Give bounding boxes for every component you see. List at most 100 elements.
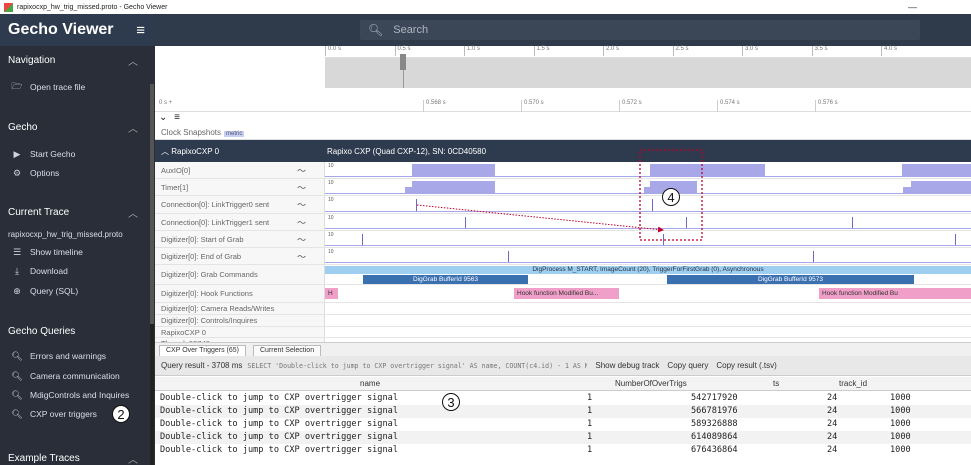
slice-dig-process[interactable]: DigProcess M_START, ImageCount (20), Tri… xyxy=(325,266,971,274)
metric-graph-icon[interactable]: 〜 xyxy=(297,216,306,229)
track-row[interactable]: 10 AuxIO[0] 〜 xyxy=(155,162,971,179)
section-navigation-header[interactable]: Navigation ︿ xyxy=(0,46,150,74)
slice-dig-grab[interactable]: DigGrab BufferId 9563 xyxy=(363,275,528,284)
track-canvas[interactable]: DigProcess M_START, ImageCount (20), Tri… xyxy=(325,265,971,284)
cell-number-of-over-trigs: 1 xyxy=(587,406,593,416)
table-row[interactable]: Double-click to jump to CXP overtrigger … xyxy=(155,418,971,431)
overview-window-handle[interactable] xyxy=(400,54,406,70)
track-row[interactable]: Digitizer[0]: Grab Commands DigProcess M_… xyxy=(155,265,971,285)
section-gecho-header[interactable]: Gecho ︿ xyxy=(0,113,150,141)
sidebar-item-camera-communication[interactable]: 🔍︎ Camera communication xyxy=(0,367,150,385)
section-gecho-queries-header[interactable]: Gecho Queries xyxy=(0,317,150,345)
signal-pulse[interactable] xyxy=(852,217,853,228)
track-canvas[interactable] xyxy=(325,214,971,230)
table-row[interactable]: Double-click to jump to CXP overtrigger … xyxy=(155,431,971,444)
collapse-chevron-icon[interactable]: ︿ xyxy=(161,147,169,156)
sidebar-item-download[interactable]: ⤓ Download xyxy=(0,262,150,280)
sidebar-item-options[interactable]: ⚙ Options xyxy=(0,164,150,182)
overview-timeline[interactable]: 0.0 s 0.5 s 1.0 s 1.5 s 2.0 s 2.5 s 3.0 s 3.5 s… xyxy=(155,46,971,98)
search-box[interactable]: 🔍︎ Search xyxy=(360,20,920,40)
signal-pulse[interactable] xyxy=(686,217,687,228)
track-row[interactable]: 10 Digitizer[0]: Start of Grab 〜 xyxy=(155,231,971,248)
track-row[interactable]: RapixoCXP 0 xyxy=(155,327,971,338)
column-header-number-of-over-trigs[interactable]: NumberOfOverTrigs xyxy=(615,379,687,388)
track-canvas[interactable] xyxy=(325,248,971,264)
column-header-track-id[interactable]: track_id xyxy=(839,379,867,388)
track-canvas[interactable]: H Hook function Modified Bu... Hook functi… xyxy=(325,285,971,302)
track-row[interactable]: 10 Connection[0]: LinkTrigger1 sent 〜 xyxy=(155,214,971,231)
chevron-up-icon[interactable]: ︿ xyxy=(128,120,138,135)
cell-track-id: 24 xyxy=(827,393,838,403)
clock-snapshots-track[interactable]: Clock Snapshots metric xyxy=(155,128,971,140)
chevron-up-icon[interactable]: ︿ xyxy=(128,451,138,465)
signal-pulse[interactable] xyxy=(652,199,653,211)
track-row[interactable]: 10 Digitizer[0]: End of Grab 〜 xyxy=(155,248,971,265)
metric-graph-icon[interactable]: 〜 xyxy=(297,233,306,246)
signal-pulse[interactable] xyxy=(416,199,417,211)
track-canvas[interactable] xyxy=(325,231,971,247)
signal-pulse[interactable] xyxy=(911,181,971,193)
track-row[interactable]: Digitizer[0]: Hook Functions H Hook functi… xyxy=(155,285,971,303)
signal-pulse[interactable] xyxy=(902,164,971,176)
slice-dig-grab[interactable]: DigGrab BufferId 9573 xyxy=(667,275,914,284)
track-row[interactable]: Digitizer[0]: Camera Reads/Writes xyxy=(155,303,971,315)
metric-graph-icon[interactable]: 〜 xyxy=(297,250,306,263)
sidebar-item-open-trace[interactable]: 🗁 Open trace file xyxy=(0,78,150,96)
track-canvas[interactable] xyxy=(325,179,971,195)
signal-pulse[interactable] xyxy=(955,234,956,245)
metric-graph-icon[interactable]: 〜 xyxy=(297,164,306,177)
sort-lines-icon[interactable]: ≡ xyxy=(174,112,180,123)
chevron-up-icon[interactable]: ︿ xyxy=(128,205,138,220)
slice-hook-function[interactable]: H xyxy=(325,288,338,299)
column-header-name[interactable]: name xyxy=(360,379,380,388)
table-row[interactable]: Double-click to jump to CXP overtrigger … xyxy=(155,405,971,418)
track-row[interactable]: 10 Timer[1] 〜 xyxy=(155,179,971,196)
hamburger-menu-icon[interactable]: ≡ xyxy=(136,22,145,39)
sidebar-item-mdigcontrols[interactable]: 🔍︎ MdigControls and Inquires xyxy=(0,386,150,404)
metric-graph-icon[interactable]: 〜 xyxy=(297,181,306,194)
section-example-traces-header[interactable]: Example Traces ︿ xyxy=(0,444,150,465)
sidebar-scrollbar[interactable] xyxy=(150,84,154,465)
track-row[interactable]: 10 Connection[0]: LinkTrigger0 sent 〜 xyxy=(155,196,971,214)
signal-pulse[interactable] xyxy=(813,251,814,262)
slice-hook-function[interactable]: Hook function Modified Bu xyxy=(819,288,971,299)
sidebar-item-start-gecho[interactable]: ▶ Start Gecho xyxy=(0,145,150,163)
signal-pulse[interactable] xyxy=(465,217,466,228)
minimize-button[interactable]: — xyxy=(908,2,917,12)
cell-ts: 614089864 xyxy=(691,432,738,442)
slice-hook-function[interactable]: Hook function Modified Bu... xyxy=(514,288,619,299)
copy-result-button[interactable]: Copy result (.tsv) xyxy=(716,361,776,370)
metric-graph-icon[interactable]: 〜 xyxy=(297,198,306,211)
column-header-ts[interactable]: ts xyxy=(773,379,779,388)
track-name-label: AuxIO[0] xyxy=(161,165,191,175)
signal-pulse[interactable] xyxy=(903,187,911,193)
track-canvas[interactable] xyxy=(325,162,971,178)
signal-pulse[interactable] xyxy=(650,164,765,176)
sidebar-item-show-timeline[interactable]: ☰ Show timeline xyxy=(0,243,150,261)
signal-pulse[interactable] xyxy=(663,234,664,245)
scrollbar-thumb[interactable] xyxy=(150,84,154,324)
section-current-trace-header[interactable]: Current Trace ︿ xyxy=(0,198,150,226)
signal-pulse[interactable] xyxy=(362,234,363,245)
search-placeholder: Search xyxy=(393,24,429,36)
track-row[interactable]: Digitizer[0]: Controls/Inquires xyxy=(155,315,971,327)
table-row[interactable]: Double-click to jump to CXP overtrigger … xyxy=(155,392,971,405)
track-group-header[interactable]: ︿ RapixoCXP 0 Rapixo CXP (Quad CXP-12), … xyxy=(155,140,971,162)
table-row[interactable]: Double-click to jump to CXP overtrigger … xyxy=(155,444,971,457)
time-axis: 0 s + 0.568 s 0.570 s 0.572 s 0.574 s 0.576 … xyxy=(155,98,971,112)
overview-band[interactable] xyxy=(325,58,971,88)
chevron-up-icon[interactable]: ︿ xyxy=(128,53,138,68)
track-canvas[interactable] xyxy=(325,327,971,337)
track-canvas[interactable] xyxy=(325,303,971,314)
sidebar-item-errors-warnings[interactable]: 🔍︎ Errors and warnings xyxy=(0,347,150,365)
signal-pulse[interactable] xyxy=(508,251,509,262)
collapse-all-icon[interactable]: ⌄ xyxy=(159,112,167,123)
track-canvas[interactable] xyxy=(325,196,971,213)
copy-query-button[interactable]: Copy query xyxy=(667,361,708,370)
track-canvas[interactable] xyxy=(325,315,971,326)
sidebar-item-query-sql[interactable]: ⊕ Query (SQL) xyxy=(0,282,150,300)
signal-pulse[interactable] xyxy=(412,164,495,176)
signal-pulse[interactable] xyxy=(405,187,412,193)
show-debug-track-button[interactable]: Show debug track xyxy=(595,361,659,370)
signal-pulse[interactable] xyxy=(412,181,495,193)
